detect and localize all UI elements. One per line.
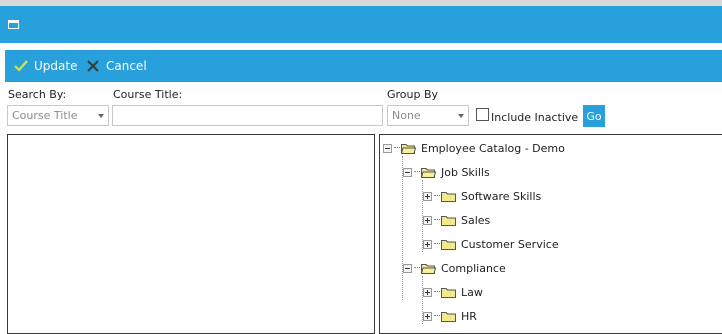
chevron-down-icon [98,114,104,118]
tree-connector [434,219,440,221]
folder-open-icon [421,167,436,178]
cancel-icon [85,58,101,74]
tree-node-label: Software Skills [461,189,542,203]
checkmark-icon [13,58,29,74]
group-by-select[interactable]: None [387,105,469,126]
expand-icon[interactable] [423,215,432,225]
tree-node-law[interactable]: Law [423,283,483,301]
tree-connector [434,243,440,245]
tree-node-compliance[interactable]: Compliance [403,259,506,277]
go-button[interactable]: Go [583,105,605,127]
folder-icon [441,239,456,250]
folder-open-icon [401,143,416,154]
window-icon [8,20,19,29]
folder-icon [441,215,456,226]
course-title-label: Course Title: [113,88,183,101]
update-button[interactable]: Update [13,50,77,82]
tree-node-software-skills[interactable]: Software Skills [423,187,541,205]
tree-connector [414,171,420,173]
tree-connector [394,147,400,149]
group-by-label: Group By [387,88,439,101]
tree-node-sales[interactable]: Sales [423,211,490,229]
folder-open-icon [421,263,436,274]
tree-node-label: Job Skills [441,165,490,179]
update-label: Update [34,59,78,73]
chevron-down-icon [458,114,464,118]
tree-connector [434,195,440,197]
folder-icon [441,311,456,322]
tree-connector [434,291,440,293]
group-by-value: None [392,109,421,122]
search-by-label: Search By: [8,88,67,101]
toolbar: Update Cancel [5,50,722,82]
search-by-value: Course Title [12,109,78,122]
cancel-label: Cancel [106,59,147,73]
include-inactive-label[interactable]: Include Inactive [491,111,578,124]
search-by-select[interactable]: Course Title [7,105,109,126]
cancel-button[interactable]: Cancel [85,50,147,82]
folder-icon [441,191,456,202]
results-list-panel [7,134,375,334]
tree-node-job-skills[interactable]: Job Skills [403,163,490,181]
include-inactive-checkbox[interactable] [476,108,489,121]
expand-icon[interactable] [423,287,432,297]
tree-connector [434,315,440,317]
expand-icon[interactable] [423,191,432,201]
folder-icon [441,287,456,298]
tree-node-customer-service[interactable]: Customer Service [423,235,559,253]
catalog-tree-panel: Employee Catalog - Demo Job Skills Softw… [379,134,722,334]
tree-node-root[interactable]: Employee Catalog - Demo [383,139,565,157]
expand-icon[interactable] [423,311,432,321]
tree-node-label: Compliance [441,261,506,275]
title-bar [0,6,722,43]
collapse-icon[interactable] [383,143,392,153]
tree-node-label: Law [461,285,483,299]
expand-icon[interactable] [423,239,432,249]
tree-node-label: HR [461,309,477,323]
collapse-icon[interactable] [403,263,412,273]
tree-node-label: Sales [461,213,491,227]
tree-connector [414,267,420,269]
collapse-icon[interactable] [403,167,412,177]
tree-node-label: Customer Service [461,237,559,251]
tree-node-hr[interactable]: HR [423,307,477,325]
course-title-input[interactable] [112,105,383,126]
tree-node-label: Employee Catalog - Demo [421,141,565,155]
